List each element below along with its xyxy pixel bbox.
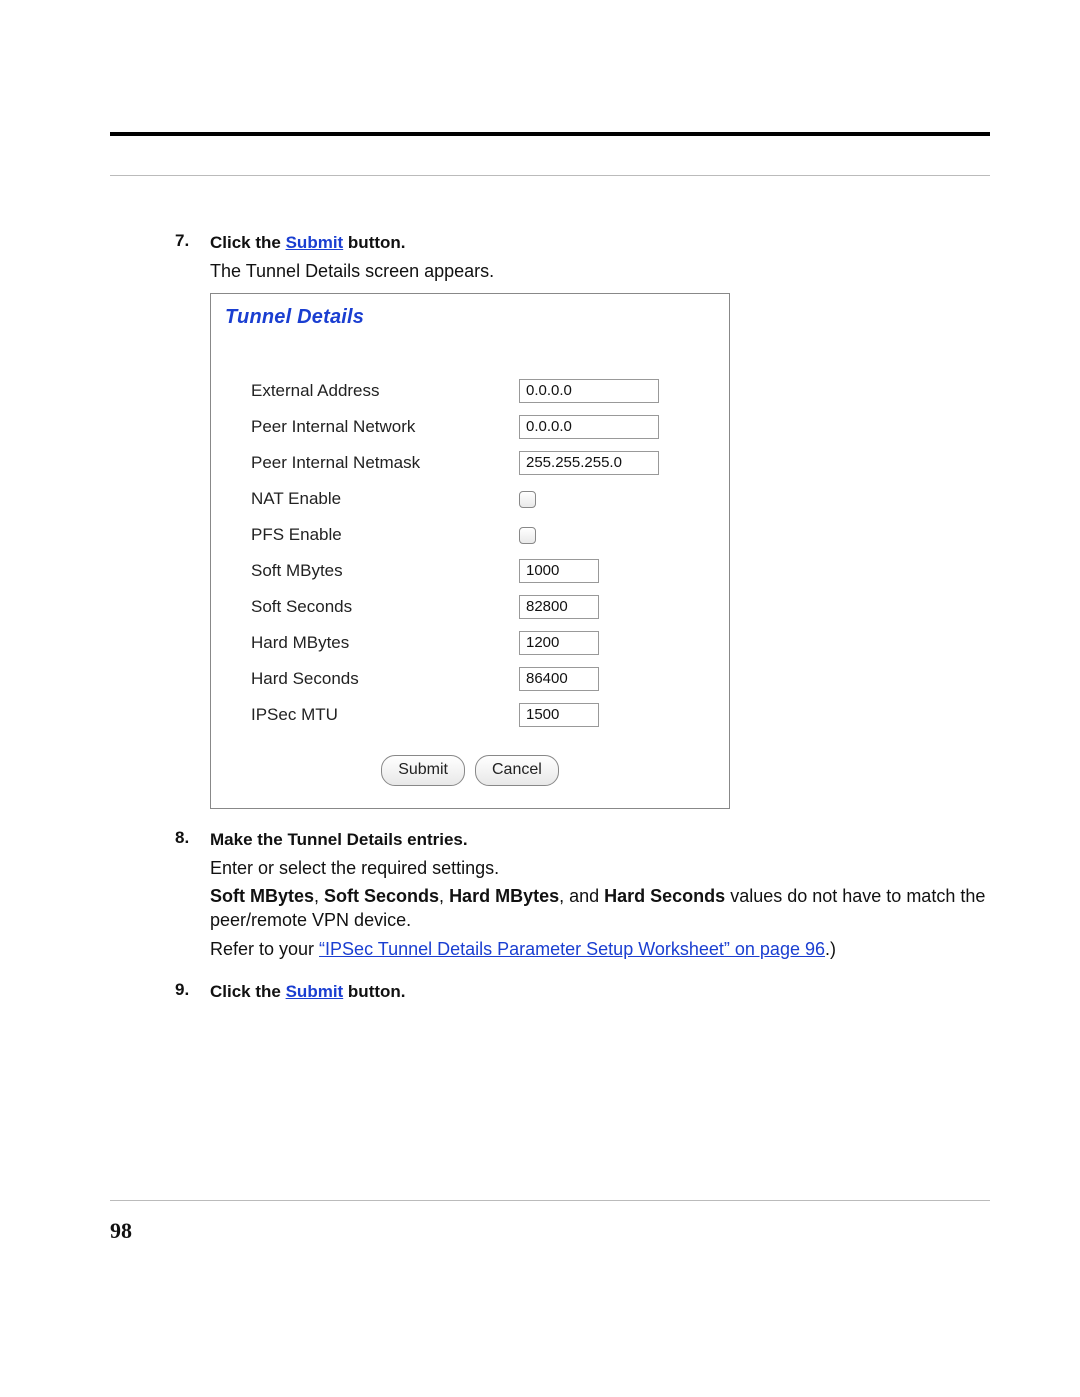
label-peer-internal-network: Peer Internal Network <box>251 416 511 439</box>
row-peer-internal-network: Peer Internal Network 0.0.0.0 <box>251 409 709 445</box>
step-heading-text-tail: button. <box>343 982 405 1001</box>
row-external-address: External Address 0.0.0.0 <box>251 373 709 409</box>
step-body-line3: Refer to your “IPSec Tunnel Details Para… <box>210 937 990 961</box>
input-soft-mbytes[interactable]: 1000 <box>519 559 599 583</box>
checkbox-pfs-enable[interactable] <box>519 527 536 544</box>
step-heading: Click the Submit button. <box>210 233 406 252</box>
submit-link[interactable]: Submit <box>286 233 344 252</box>
step-body-line2: Soft MBytes, Soft Seconds, Hard MBytes, … <box>210 884 990 933</box>
input-external-address[interactable]: 0.0.0.0 <box>519 379 659 403</box>
sep: , <box>439 886 449 906</box>
row-hard-seconds: Hard Seconds 86400 <box>251 661 709 697</box>
step-body-line1: Enter or select the required settings. <box>210 856 990 880</box>
label-soft-mbytes: Soft MBytes <box>251 560 511 583</box>
step-9: 9. Click the Submit button. <box>210 979 990 1004</box>
footer-rule <box>110 1200 990 1201</box>
body3-suffix: .) <box>825 939 836 959</box>
step-number: 8. <box>175 827 189 850</box>
header-rule-thin <box>110 175 990 176</box>
row-nat-enable: NAT Enable <box>251 481 709 517</box>
row-pfs-enable: PFS Enable <box>251 517 709 553</box>
label-ipsec-mtu: IPSec MTU <box>251 704 511 727</box>
label-soft-seconds: Soft Seconds <box>251 596 511 619</box>
form-title: Tunnel Details <box>211 294 729 335</box>
input-peer-internal-netmask[interactable]: 255.255.255.0 <box>519 451 659 475</box>
document-page: 7. Click the Submit button. The Tunnel D… <box>0 0 1080 1397</box>
term-soft-mbytes: Soft MBytes <box>210 886 314 906</box>
step-heading-text: Click the <box>210 233 286 252</box>
step-heading: Click the Submit button. <box>210 982 406 1001</box>
label-pfs-enable: PFS Enable <box>251 524 511 547</box>
input-hard-mbytes[interactable]: 1200 <box>519 631 599 655</box>
input-ipsec-mtu[interactable]: 1500 <box>519 703 599 727</box>
row-soft-seconds: Soft Seconds 82800 <box>251 589 709 625</box>
input-soft-seconds[interactable]: 82800 <box>519 595 599 619</box>
label-peer-internal-netmask: Peer Internal Netmask <box>251 452 511 475</box>
label-hard-seconds: Hard Seconds <box>251 668 511 691</box>
row-soft-mbytes: Soft MBytes 1000 <box>251 553 709 589</box>
step-number: 9. <box>175 979 189 1002</box>
input-peer-internal-network[interactable]: 0.0.0.0 <box>519 415 659 439</box>
content-area: 7. Click the Submit button. The Tunnel D… <box>110 230 990 1022</box>
form-rows: External Address 0.0.0.0 Peer Internal N… <box>211 373 729 733</box>
sep: , and <box>559 886 604 906</box>
term-soft-seconds: Soft Seconds <box>324 886 439 906</box>
row-peer-internal-netmask: Peer Internal Netmask 255.255.255.0 <box>251 445 709 481</box>
step-7: 7. Click the Submit button. The Tunnel D… <box>210 230 990 809</box>
step-heading-text: Click the <box>210 982 286 1001</box>
checkbox-nat-enable[interactable] <box>519 491 536 508</box>
submit-link[interactable]: Submit <box>286 982 344 1001</box>
step-heading-text-tail: button. <box>343 233 405 252</box>
row-hard-mbytes: Hard MBytes 1200 <box>251 625 709 661</box>
sep: , <box>314 886 324 906</box>
form-spacer <box>211 335 729 373</box>
step-number: 7. <box>175 230 189 253</box>
term-hard-seconds: Hard Seconds <box>604 886 725 906</box>
label-external-address: External Address <box>251 380 511 403</box>
body3-prefix: Refer to your <box>210 939 319 959</box>
step-body: The Tunnel Details screen appears. <box>210 259 990 283</box>
step-list: 7. Click the Submit button. The Tunnel D… <box>110 230 990 1004</box>
cancel-button[interactable]: Cancel <box>475 755 559 786</box>
term-hard-mbytes: Hard MBytes <box>449 886 559 906</box>
row-ipsec-mtu: IPSec MTU 1500 <box>251 697 709 733</box>
step-8: 8. Make the Tunnel Details entries. Ente… <box>210 827 990 961</box>
label-hard-mbytes: Hard MBytes <box>251 632 511 655</box>
label-nat-enable: NAT Enable <box>251 488 511 511</box>
form-button-row: Submit Cancel <box>211 755 729 786</box>
page-number: 98 <box>110 1218 132 1244</box>
header-rule-thick <box>110 132 990 136</box>
input-hard-seconds[interactable]: 86400 <box>519 667 599 691</box>
submit-button[interactable]: Submit <box>381 755 465 786</box>
tunnel-details-form: Tunnel Details External Address 0.0.0.0 … <box>210 293 730 809</box>
worksheet-crossref-link[interactable]: “IPSec Tunnel Details Parameter Setup Wo… <box>319 939 825 959</box>
step-heading: Make the Tunnel Details entries. <box>210 830 468 849</box>
